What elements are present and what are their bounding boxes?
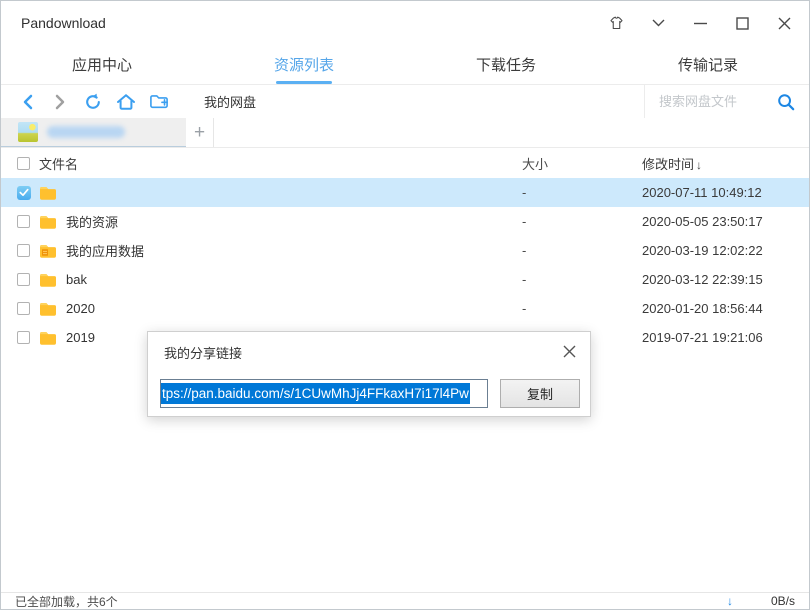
tab-label: 资源列表 [274,54,334,75]
header-mtime[interactable]: 修改时间↓ [642,154,809,173]
file-name: 2020 [66,301,95,316]
row-checkbox[interactable] [17,215,30,228]
table-row[interactable]: 我的资源 - 2020-05-05 23:50:17 [1,207,809,236]
tab-transfer-history[interactable]: 传输记录 [607,45,809,84]
row-checkbox[interactable] [17,244,30,257]
file-name: bak [66,272,87,287]
share-link-selected-text: tps://pan.baidu.com/s/1CUwMhJj4FFkaxH7i1… [161,383,470,404]
maximize-button[interactable] [734,15,751,32]
row-checkbox[interactable] [17,186,31,200]
file-name: 我的应用数据 [66,241,144,260]
account-tab[interactable] [1,118,186,147]
folder-icon [39,330,57,345]
file-mtime: 2020-07-11 10:49:12 [642,185,809,200]
search-icon[interactable] [777,93,795,111]
chevron-down-icon[interactable] [650,15,667,32]
folder-icon [39,272,57,287]
file-size: - [522,301,642,316]
account-avatar [18,122,38,142]
table-row[interactable]: 2020 - 2020-01-20 18:56:44 [1,294,809,323]
file-size: - [522,214,642,229]
dialog-close-icon[interactable] [560,342,578,360]
titlebar: Pandownload [1,1,809,45]
file-size: - [522,243,642,258]
file-mtime: 2020-03-12 22:39:15 [642,272,809,287]
tab-label: 传输记录 [678,54,738,75]
new-folder-icon[interactable] [147,92,171,112]
folder-icon [39,185,57,200]
pandownload-window: { "titlebar": { "title": "Pandownload" }… [0,0,810,610]
search-input[interactable] [659,94,777,109]
window-title: Pandownload [21,15,608,31]
folder-icon [39,214,57,229]
minimize-button[interactable] [692,15,709,32]
navigation-toolbar: 我的网盘 [1,85,809,118]
tab-resource-list[interactable]: 资源列表 [203,45,405,84]
sort-descending-icon: ↓ [696,158,702,172]
file-mtime: 2020-01-20 18:56:44 [642,301,809,316]
dialog-title: 我的分享链接 [164,343,242,362]
row-checkbox[interactable] [17,302,30,315]
file-mtime: 2020-05-05 23:50:17 [642,214,809,229]
load-status-text: 已全部加载，共6个 [15,593,727,610]
account-bar: + [1,118,809,148]
add-account-button[interactable]: + [186,118,214,147]
close-button[interactable] [776,15,793,32]
download-speed-icon: ↓ [727,594,733,608]
main-tabbar: 应用中心 资源列表 下载任务 传输记录 [1,45,809,85]
download-speed-value: 0B/s [759,594,795,608]
header-size[interactable]: 大小 [522,154,642,173]
copy-button[interactable]: 复制 [500,379,580,408]
breadcrumb-path: 我的网盘 [204,92,644,111]
table-row[interactable]: bak - 2020-03-12 22:39:15 [1,265,809,294]
folder-icon [39,301,57,316]
appdata-folder-icon [39,243,57,258]
file-mtime: 2020-03-19 12:02:22 [642,243,809,258]
row-checkbox[interactable] [17,273,30,286]
file-name: 我的资源 [66,212,118,231]
header-mtime-label: 修改时间 [642,157,694,172]
file-list: - 2020-07-11 10:49:12 我的资源 - 2020-05-05 … [1,178,809,352]
file-list-header: 文件名 大小 修改时间↓ [1,148,809,178]
skin-theme-icon[interactable] [608,15,625,32]
share-link-dialog: 我的分享链接 tps://pan.baidu.com/s/1CUwMhJj4FF… [147,331,591,417]
tab-label: 应用中心 [72,54,132,75]
search-box [644,85,809,118]
account-username-blurred [47,126,125,138]
select-all-checkbox[interactable] [17,157,30,170]
table-row[interactable]: - 2020-07-11 10:49:12 [1,178,809,207]
forward-icon[interactable] [48,92,72,112]
header-filename: 文件名 [39,154,78,173]
row-checkbox[interactable] [17,331,30,344]
file-size: - [522,272,642,287]
back-icon[interactable] [15,92,39,112]
share-link-input[interactable]: tps://pan.baidu.com/s/1CUwMhJj4FFkaxH7i1… [160,379,488,408]
table-row[interactable]: 我的应用数据 - 2020-03-19 12:02:22 [1,236,809,265]
statusbar: 已全部加载，共6个 ↓ 0B/s [1,592,809,609]
tab-app-center[interactable]: 应用中心 [1,45,203,84]
file-mtime: 2019-07-21 19:21:06 [642,330,809,345]
file-name: 2019 [66,330,95,345]
tab-download-tasks[interactable]: 下载任务 [405,45,607,84]
home-icon[interactable] [114,92,138,112]
file-size: - [522,185,642,200]
tab-label: 下载任务 [476,54,536,75]
refresh-icon[interactable] [81,92,105,112]
